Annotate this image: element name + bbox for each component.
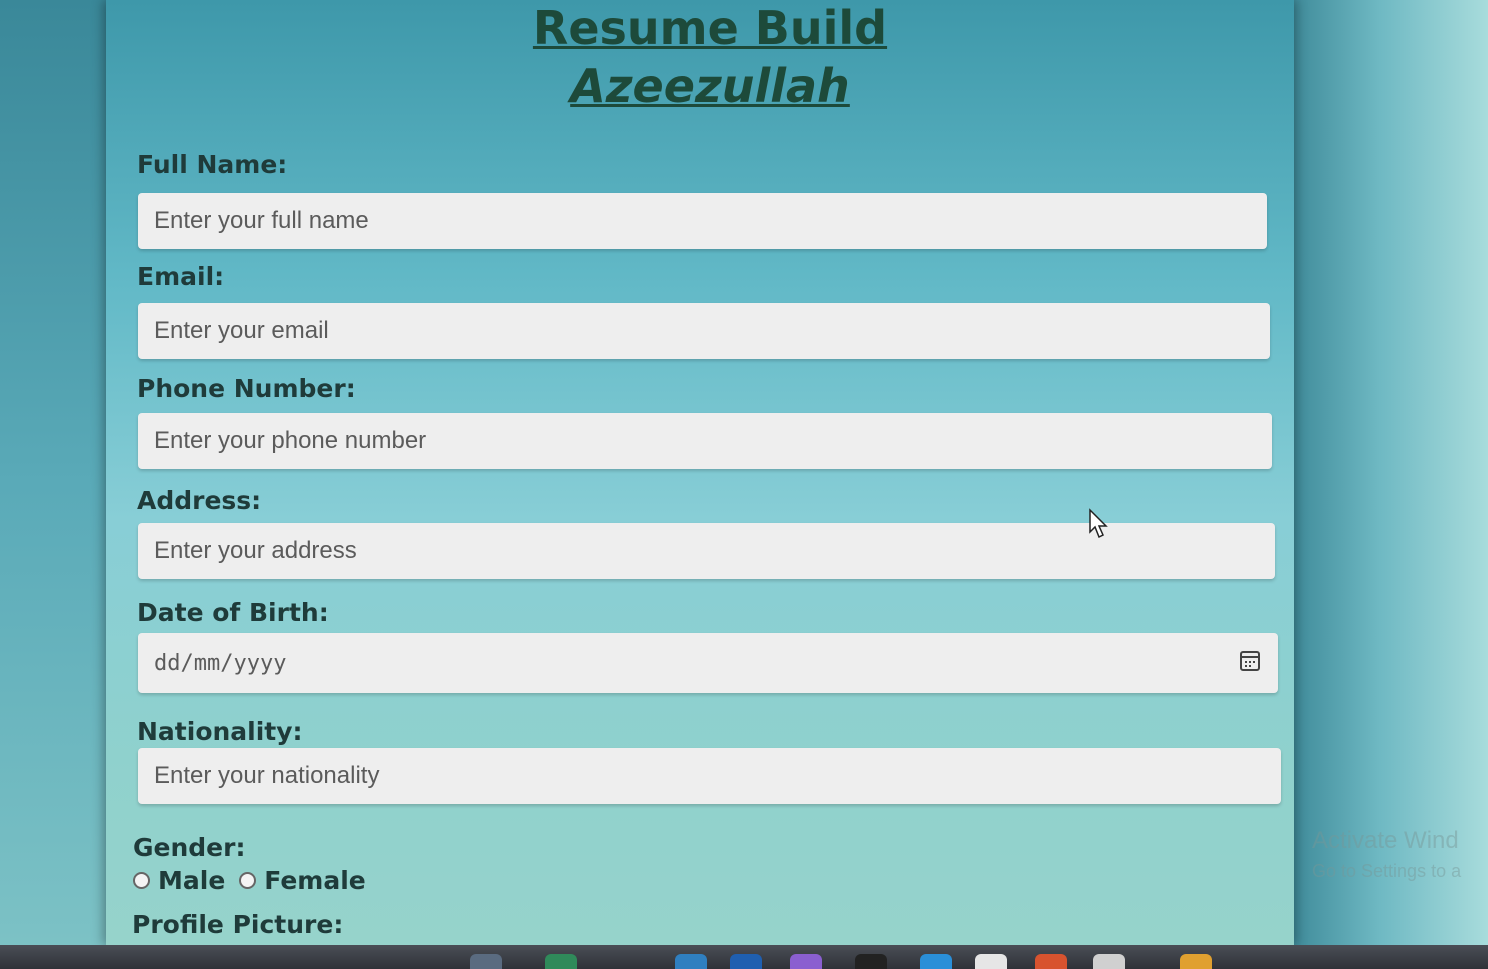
taskbar <box>0 945 1488 969</box>
taskbar-app-icon[interactable] <box>1093 954 1125 969</box>
male-radio[interactable] <box>133 872 150 889</box>
full-name-placeholder: Enter your full name <box>154 207 369 234</box>
taskbar-app-icon[interactable] <box>855 954 887 969</box>
gender-label: Gender: <box>133 833 246 862</box>
resume-form-page: Resume Build Azeezullah Full Name: Enter… <box>106 0 1294 945</box>
page-title: Resume Build <box>532 1 888 55</box>
female-radio[interactable] <box>239 872 257 889</box>
taskbar-app-icon[interactable] <box>675 954 707 969</box>
nationality-input[interactable]: Enter your nationality <box>138 748 1281 804</box>
activation-watermark: Activate Wind Go to Settings to a <box>1312 826 1461 886</box>
taskbar-app-icon[interactable] <box>790 954 822 969</box>
gender-radio-group: Male Female <box>133 866 380 895</box>
phone-number-input[interactable]: Enter your phone number <box>138 413 1272 469</box>
date-of-birth-input[interactable]: dd/mm/yyyy <box>138 633 1278 693</box>
email-input[interactable]: Enter your email <box>138 303 1270 359</box>
profile-picture-label: Profile Picture: <box>132 910 344 939</box>
phone-number-placeholder: Enter your phone number <box>154 427 427 454</box>
taskbar-app-icon[interactable] <box>730 954 762 969</box>
female-radio-label[interactable]: Female <box>264 866 365 895</box>
full-name-label: Full Name: <box>137 150 288 179</box>
date-of-birth-placeholder: dd/mm/yyyy <box>154 650 287 676</box>
taskbar-app-icon[interactable] <box>1035 954 1067 969</box>
taskbar-app-icon[interactable] <box>920 954 952 969</box>
taskbar-app-icon[interactable] <box>470 954 502 969</box>
watermark-line-1: Activate Wind <box>1312 827 1459 854</box>
desktop-background-right <box>1292 0 1488 969</box>
date-of-birth-label: Date of Birth: <box>137 598 329 627</box>
nationality-placeholder: Enter your nationality <box>154 762 380 789</box>
address-label: Address: <box>137 486 262 515</box>
nationality-label: Nationality: <box>137 717 303 746</box>
male-radio-label[interactable]: Male <box>158 866 225 895</box>
taskbar-app-icon[interactable] <box>975 954 1007 969</box>
page-subtitle: Azeezullah <box>570 59 850 113</box>
taskbar-app-icon[interactable] <box>545 954 577 969</box>
address-placeholder: Enter your address <box>154 537 357 564</box>
taskbar-weather-icon[interactable] <box>1180 954 1212 969</box>
email-label: Email: <box>137 262 225 291</box>
watermark-line-2: Go to Settings to a <box>1312 861 1462 881</box>
email-placeholder: Enter your email <box>154 317 329 344</box>
calendar-icon[interactable] <box>1240 651 1260 671</box>
full-name-input[interactable]: Enter your full name <box>138 193 1267 249</box>
mouse-cursor-icon <box>1089 508 1108 539</box>
desktop-background-left <box>0 0 108 969</box>
phone-number-label: Phone Number: <box>137 374 356 403</box>
